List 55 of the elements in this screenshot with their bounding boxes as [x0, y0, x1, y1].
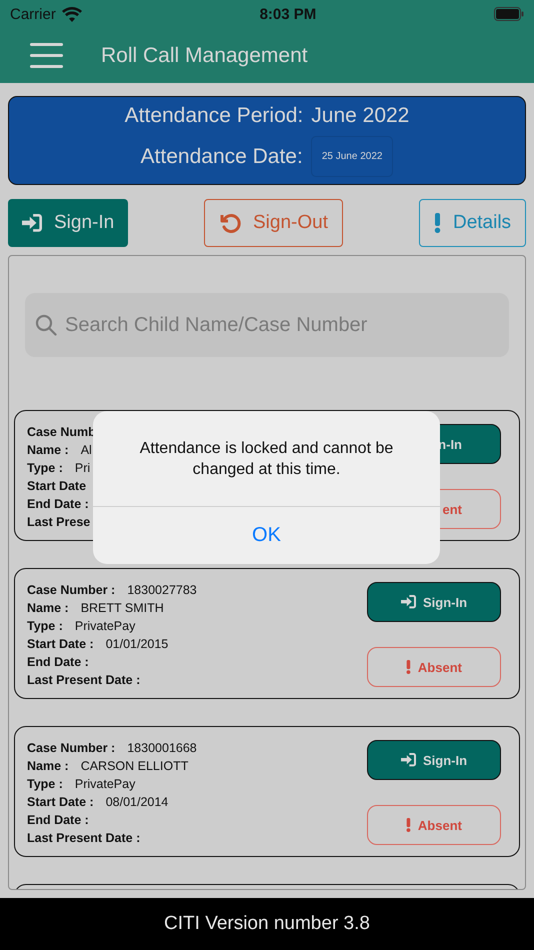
- field-label: Last Present Date :: [27, 672, 140, 689]
- sign-in-button[interactable]: Sign-In: [367, 740, 501, 780]
- field-label: Type :: [27, 618, 63, 635]
- sign-in-button[interactable]: Sign-In: [8, 199, 128, 247]
- field-label: Name :: [27, 758, 69, 775]
- date-label: Attendance Date:: [140, 144, 303, 168]
- details-button[interactable]: Details: [419, 199, 526, 247]
- field-label: End Date :: [27, 654, 89, 671]
- field-label: End Date :: [27, 812, 89, 829]
- field-label: Last Present Date :: [27, 830, 140, 847]
- absent-button[interactable]: Absent: [367, 805, 501, 845]
- field-label: Start Date: [27, 478, 86, 495]
- absent-button[interactable]: Absent: [367, 647, 501, 687]
- status-time: 8:03 PM: [260, 6, 316, 22]
- field-label: Start Date :: [27, 636, 94, 653]
- field-label: Type :: [27, 776, 63, 793]
- field-label: Type :: [27, 460, 63, 477]
- field-label: Case Number :: [27, 740, 116, 757]
- field-label: Last Prese: [27, 514, 90, 531]
- field-value: 08/01/2014: [106, 794, 168, 811]
- field-label: Name :: [27, 442, 69, 459]
- exclamation-icon: [406, 660, 411, 674]
- field-value: BRETT SMITH: [80, 600, 164, 617]
- sign-in-button[interactable]: Sign-In: [367, 582, 501, 622]
- field-value: 1830027783: [127, 582, 197, 599]
- exclamation-icon: [434, 213, 441, 233]
- field-value: Pri: [74, 460, 90, 477]
- field-label: Start Date :: [27, 794, 94, 811]
- alert-message: Attendance is locked and cannot be changed at this time.: [138, 438, 394, 480]
- battery-icon: [494, 7, 524, 21]
- period-value: June 2022: [311, 104, 410, 128]
- ok-button[interactable]: OK: [93, 507, 440, 564]
- field-value: Al: [80, 442, 92, 459]
- field-label: End Date :: [27, 496, 89, 513]
- sign-in-icon: [22, 214, 42, 232]
- exclamation-icon: [406, 818, 411, 832]
- field-value: PrivatePay: [74, 618, 136, 635]
- sign-in-icon: [400, 595, 416, 609]
- period-label: Attendance Period:: [124, 104, 304, 128]
- field-value: 1830001668: [127, 740, 197, 757]
- sign-out-button[interactable]: Sign-Out: [204, 199, 343, 247]
- field-label: Name :: [27, 600, 69, 617]
- field-value: CARSON ELLIOTT: [80, 758, 188, 775]
- menu-icon[interactable]: [30, 43, 63, 68]
- undo-icon: [219, 212, 241, 234]
- screen-title: Roll Call Management: [101, 44, 308, 68]
- date-field[interactable]: 25 June 2022: [310, 136, 394, 177]
- field-value: 01/01/2015: [106, 636, 168, 653]
- version-label: CITI Version number 3.8: [164, 913, 370, 935]
- search-field[interactable]: Search Child Name/Case Number: [25, 293, 509, 357]
- field-label: Case Number :: [27, 582, 116, 599]
- sign-in-icon: [400, 753, 416, 767]
- wifi-icon: [62, 6, 82, 22]
- field-value: PrivatePay: [74, 776, 136, 793]
- carrier-label: Carrier: [10, 6, 56, 22]
